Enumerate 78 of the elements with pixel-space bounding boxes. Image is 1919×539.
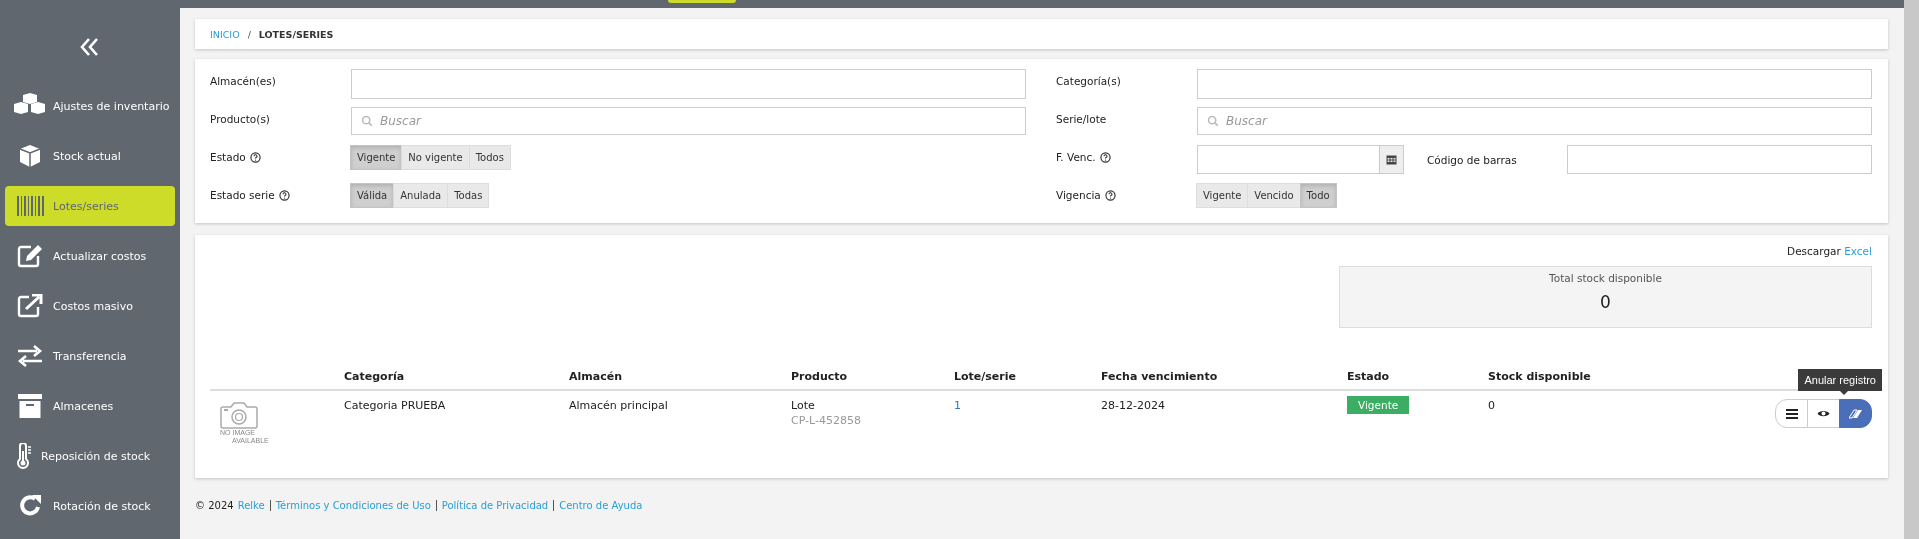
menu-icon: [1785, 408, 1798, 419]
status-badge: Vigente: [1347, 396, 1410, 414]
barcode-icon: [16, 196, 44, 216]
product-name: Lote: [791, 399, 816, 412]
field-label: Estado serie: [210, 189, 275, 201]
date-field[interactable]: [1197, 145, 1380, 174]
column-header: Estado: [1347, 370, 1390, 383]
filter-toggle[interactable]: Vigente: [350, 145, 403, 170]
breadcrumb-link[interactable]: INICIO: [210, 28, 240, 40]
filter-toggle[interactable]: Todas: [447, 183, 490, 208]
sidebar-item[interactable]: Reposición de stock: [5, 436, 175, 476]
copyright-text: © 2024: [195, 500, 234, 511]
camera-icon: [220, 401, 258, 429]
table-cell: 0: [1488, 399, 1495, 412]
top-bar-tab[interactable]: [668, 0, 736, 3]
eraser-icon: [1849, 408, 1862, 419]
external-link-icon: [17, 294, 43, 318]
lot-link[interactable]: 1: [954, 399, 961, 412]
field-label: Serie/lote: [1056, 113, 1107, 125]
sidebar-item[interactable]: Costos masivo: [5, 286, 175, 326]
search-field[interactable]: Buscar: [351, 107, 1026, 135]
field-label: Vigencia: [1056, 189, 1101, 201]
void-button[interactable]: [1839, 399, 1872, 428]
field-label: F. Venc.: [1056, 151, 1096, 163]
calendar-icon: [1386, 154, 1397, 165]
scrollbar[interactable]: [1904, 0, 1919, 539]
list-button[interactable]: [1775, 399, 1808, 428]
eye-icon: [1817, 409, 1830, 418]
filter-toggle[interactable]: Vencido: [1247, 183, 1301, 208]
filter-toggle[interactable]: Todos: [468, 145, 511, 170]
column-header: Lote/serie: [954, 370, 1016, 383]
search-icon: [1207, 115, 1219, 127]
filter-toggle[interactable]: Todo: [1299, 183, 1337, 208]
calendar-button[interactable]: [1380, 145, 1404, 174]
total-label: Total stock disponible: [1549, 272, 1662, 284]
sidebar-item[interactable]: Rotación de stock: [5, 486, 175, 526]
search-field[interactable]: Buscar: [1197, 107, 1872, 135]
filter-toggle[interactable]: Válida: [350, 183, 395, 208]
cube-icon: [18, 144, 42, 168]
barcode-field[interactable]: [1567, 145, 1872, 174]
sidebar-item[interactable]: Lotes/series: [5, 186, 175, 226]
column-header: Producto: [791, 370, 848, 383]
archive-box-icon: [18, 394, 42, 418]
collapse-icon[interactable]: [80, 38, 100, 56]
sidebar-item[interactable]: Ajustes de inventario: [5, 86, 175, 126]
input-field[interactable]: [1197, 69, 1872, 99]
view-button[interactable]: [1807, 399, 1840, 428]
input-field[interactable]: [351, 69, 1026, 99]
search-icon: [361, 115, 373, 127]
sidebar-item[interactable]: Transferencia: [5, 336, 175, 376]
total-value: 0: [1600, 292, 1611, 312]
column-header: Categoría: [344, 370, 405, 383]
filter-toggle[interactable]: Anulada: [393, 183, 449, 208]
table-cell: 28-12-2024: [1101, 399, 1165, 412]
field-label: Almacén(es): [210, 75, 276, 87]
column-header: Almacén: [569, 370, 622, 383]
sidebar-item[interactable]: Stock actual: [5, 136, 175, 176]
field-label: Categoría(s): [1056, 75, 1121, 87]
column-header: Fecha vencimiento: [1101, 370, 1218, 383]
sidebar-item[interactable]: Actualizar costos: [5, 236, 175, 276]
refresh-icon: [18, 494, 42, 518]
filter-toggle[interactable]: No vigente: [401, 145, 470, 170]
field-label: Estado: [210, 151, 246, 163]
breadcrumb-separator: /: [247, 28, 251, 40]
table-cell: Categoria PRUEBA: [344, 399, 446, 412]
swap-arrows-icon: [17, 345, 43, 367]
breadcrumb-current: LOTES/SERIES: [258, 28, 334, 40]
field-label: Código de barras: [1426, 153, 1518, 166]
field-label: Producto(s): [210, 113, 270, 125]
product-code: CP-L-452858: [791, 414, 862, 427]
sidebar-item[interactable]: Almacenes: [5, 386, 175, 426]
download-label: Descargar: [1787, 245, 1841, 257]
thermometer-icon: [16, 443, 32, 469]
column-header: Stock disponible: [1488, 370, 1591, 383]
excel-link[interactable]: Excel: [1844, 245, 1872, 257]
table-cell: Almacén principal: [569, 399, 668, 412]
filter-toggle[interactable]: Vigente: [1196, 183, 1249, 208]
edit-icon: [17, 244, 43, 268]
